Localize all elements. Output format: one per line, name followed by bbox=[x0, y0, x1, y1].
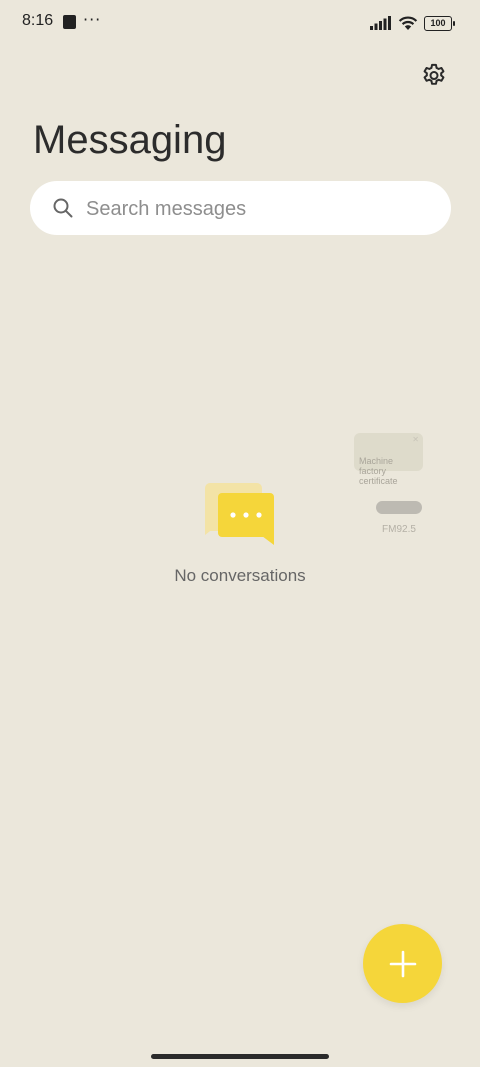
floating-note-widget[interactable]: ✕ Machine factory certificate bbox=[354, 433, 423, 486]
floating-radio-widget[interactable] bbox=[376, 501, 422, 514]
page-title: Messaging bbox=[33, 118, 227, 162]
gear-icon bbox=[423, 63, 445, 85]
more-notifications-indicator: ··· bbox=[83, 10, 102, 29]
search-input[interactable] bbox=[84, 181, 438, 237]
floating-note-text: Machine factory certificate bbox=[359, 456, 398, 486]
search-bar[interactable] bbox=[30, 181, 451, 237]
search-icon bbox=[53, 198, 73, 218]
battery-icon: 100 bbox=[424, 15, 455, 31]
empty-state-text: No conversations bbox=[174, 566, 306, 585]
plus-icon bbox=[389, 950, 416, 977]
chat-bubbles-icon bbox=[205, 483, 274, 545]
settings-button[interactable] bbox=[418, 60, 450, 92]
signal-icon bbox=[370, 16, 391, 30]
close-icon[interactable]: ✕ bbox=[412, 435, 419, 445]
status-icons: 100 bbox=[370, 13, 455, 33]
wifi-icon bbox=[398, 16, 418, 30]
home-indicator[interactable] bbox=[151, 1054, 329, 1059]
status-time: 8:16 bbox=[22, 12, 54, 29]
app-notification-icon bbox=[63, 15, 76, 29]
floating-radio-label: FM92.5 bbox=[382, 524, 416, 535]
messaging-screen: 8:16 ··· 100 Messaging Search messages N… bbox=[0, 0, 480, 1067]
new-conversation-button[interactable] bbox=[363, 924, 442, 1003]
status-bar: 8:16 ··· 100 bbox=[0, 0, 480, 46]
